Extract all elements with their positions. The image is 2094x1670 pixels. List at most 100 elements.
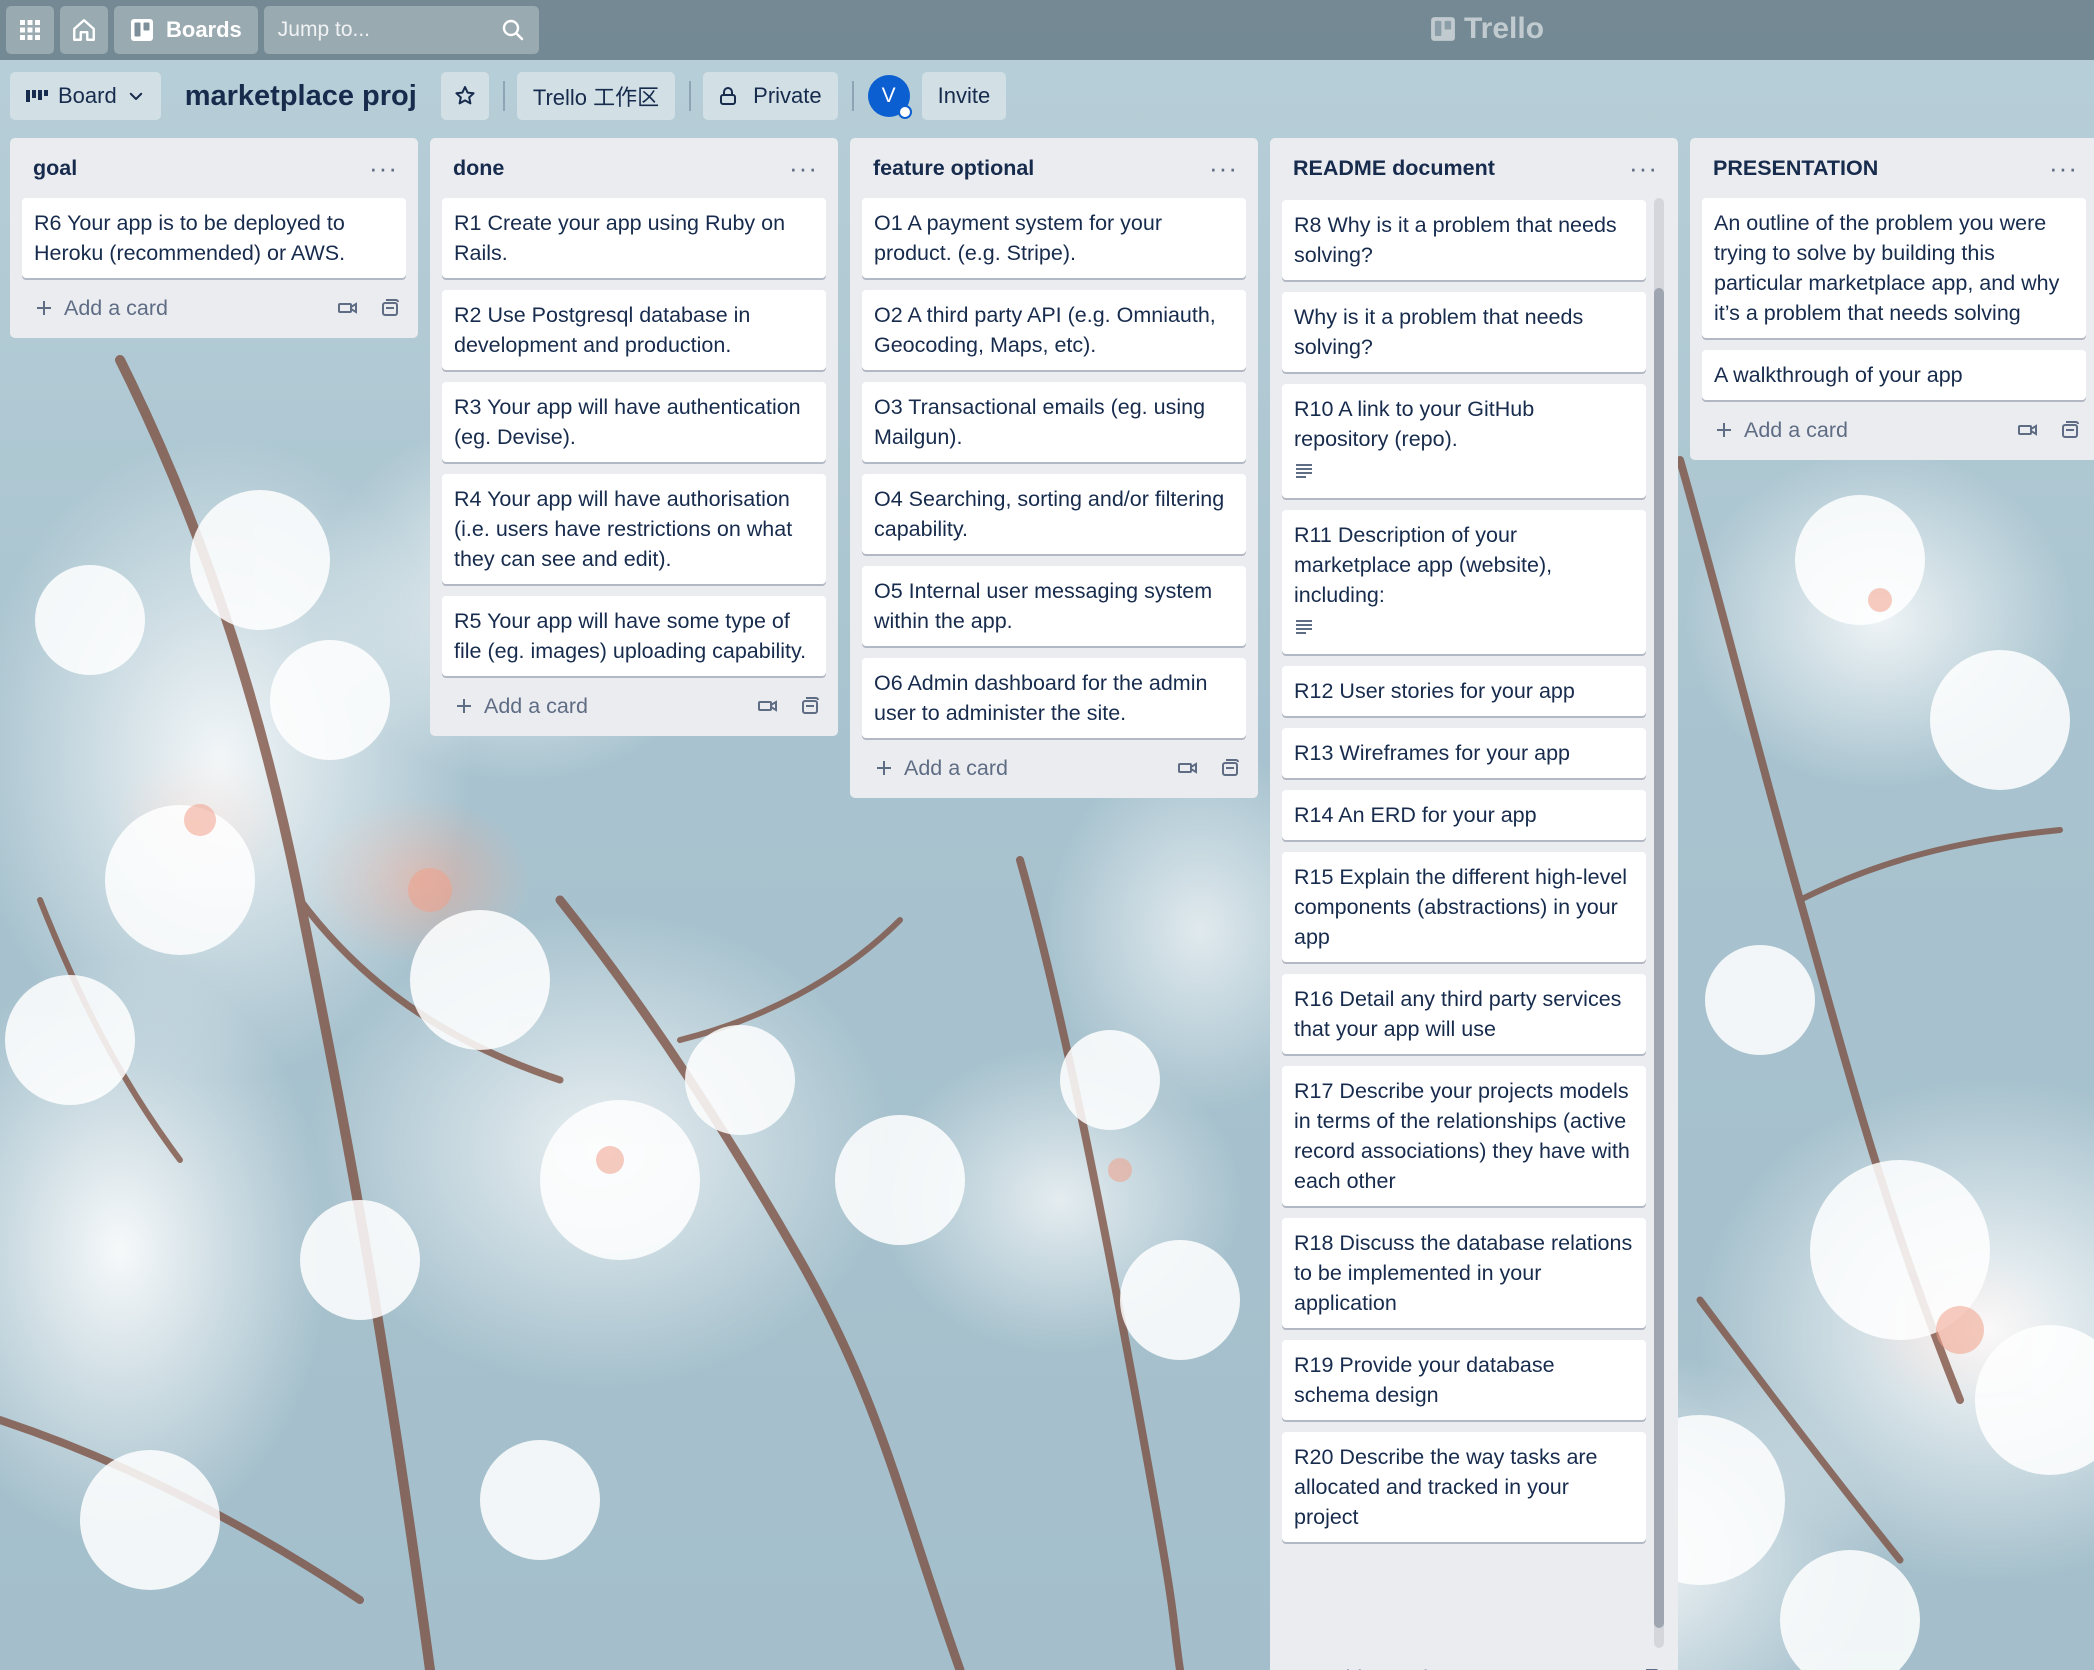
divider <box>502 81 505 111</box>
card[interactable]: R1 Create your app using Ruby on Rails. <box>442 198 826 278</box>
list-presentation: PRESENTATION ··· An outline of the probl… <box>1690 138 2094 460</box>
avatar-initial: V <box>881 84 896 107</box>
footer-actions <box>2018 420 2080 440</box>
record-video-icon[interactable] <box>758 698 778 714</box>
list-title[interactable]: PRESENTATION <box>1713 156 1878 181</box>
card-title: R10 A link to your GitHub repository (re… <box>1294 397 1535 451</box>
card[interactable]: O3 Transactional emails (eg. using Mailg… <box>862 382 1246 462</box>
star-icon <box>455 86 475 105</box>
card[interactable]: R17 Describe your projects models in ter… <box>1282 1066 1646 1206</box>
workspace-button[interactable]: Trello 工作区 <box>516 72 676 120</box>
trello-logo-icon <box>1431 17 1455 41</box>
footer-actions <box>758 696 820 716</box>
card[interactable]: R4 Your app will have authorisation (i.e… <box>442 474 826 584</box>
list-feature-optional: feature optional ··· O1 A payment system… <box>850 138 1258 798</box>
card[interactable]: O6 Admin dashboard for the admin user to… <box>862 658 1246 738</box>
list-title[interactable]: goal <box>33 156 77 181</box>
card-title: R11 Description of your marketplace app … <box>1294 523 1553 607</box>
trello-logo-text: Trello <box>1464 12 1545 45</box>
board-view-icon <box>26 90 48 102</box>
add-card-label: Add a card <box>904 755 1008 780</box>
list-title[interactable]: feature optional <box>873 156 1034 181</box>
add-card-button[interactable]: Add a card <box>454 694 588 719</box>
card[interactable]: R10 A link to your GitHub repository (re… <box>1282 384 1646 498</box>
trello-logo[interactable]: Trello <box>1430 12 1544 46</box>
home-button[interactable] <box>60 6 108 54</box>
card[interactable]: R12 User stories for your app <box>1282 666 1646 716</box>
plus-icon <box>1717 423 1731 437</box>
list-footer: Add a card <box>1702 400 2086 460</box>
create-from-template-icon[interactable] <box>2060 420 2080 440</box>
list-title[interactable]: done <box>453 156 504 181</box>
visibility-label: Private <box>753 83 822 108</box>
member-avatar[interactable]: V <box>867 75 912 119</box>
invite-button[interactable]: Invite <box>921 72 1007 120</box>
top-header: Boards Jump to... Trello <box>0 0 2094 60</box>
list-header: README document ··· <box>1282 138 1666 198</box>
list-scrollbar-thumb[interactable] <box>1654 288 1664 1628</box>
create-from-template-icon[interactable] <box>1220 758 1240 778</box>
list-menu-button[interactable]: ··· <box>1209 155 1246 181</box>
add-card-button[interactable]: Add a card <box>34 296 168 321</box>
card[interactable]: R11 Description of your marketplace app … <box>1282 510 1646 654</box>
board-view-switcher[interactable]: Board <box>10 72 161 120</box>
card[interactable]: R19 Provide your database schema design <box>1282 1340 1646 1420</box>
list-menu-button[interactable]: ··· <box>369 155 406 181</box>
card[interactable]: R8 Why is it a problem that needs solvin… <box>1282 200 1646 280</box>
divider <box>851 81 854 111</box>
add-card-button[interactable]: Add a card <box>1294 1666 1428 1670</box>
card[interactable]: Why is it a problem that needs solving? <box>1282 292 1646 372</box>
list-header: feature optional ··· <box>862 138 1246 198</box>
card[interactable]: O4 Searching, sorting and/or filtering c… <box>862 474 1246 554</box>
list-menu-button[interactable]: ··· <box>2049 155 2086 181</box>
card[interactable]: R18 Discuss the database relations to be… <box>1282 1218 1646 1328</box>
card[interactable]: A walkthrough of your app <box>1702 350 2086 400</box>
plus-icon <box>37 301 51 315</box>
create-from-template-icon[interactable] <box>380 298 400 318</box>
card[interactable]: R3 Your app will have authentication (eg… <box>442 382 826 462</box>
star-board-button[interactable] <box>440 72 489 120</box>
plus-icon <box>457 699 471 713</box>
add-card-button[interactable]: Add a card <box>1714 418 1848 443</box>
board-header: Board marketplace proj Trello 工作区 Privat… <box>10 72 1020 120</box>
card[interactable]: R13 Wireframes for your app <box>1282 728 1646 778</box>
create-from-template-icon[interactable] <box>800 696 820 716</box>
card[interactable]: R2 Use Postgresql database in developmen… <box>442 290 826 370</box>
board-title[interactable]: marketplace proj <box>185 80 417 113</box>
card[interactable]: O1 A payment system for your product. (e… <box>862 198 1246 278</box>
list-menu-button[interactable]: ··· <box>789 155 826 181</box>
card[interactable]: R16 Detail any third party services that… <box>1282 974 1646 1054</box>
boards-icon <box>131 19 153 41</box>
card-list: R6 Your app is to be deployed to Heroku … <box>22 198 406 278</box>
jump-to-search-input[interactable]: Jump to... <box>263 6 539 54</box>
card[interactable]: R14 An ERD for your app <box>1282 790 1646 840</box>
app-switcher-button[interactable] <box>6 6 54 54</box>
boards-button[interactable]: Boards <box>114 6 258 54</box>
card[interactable]: O5 Internal user messaging system within… <box>862 566 1246 646</box>
invite-label: Invite <box>937 83 991 108</box>
card[interactable]: R6 Your app is to be deployed to Heroku … <box>22 198 406 278</box>
add-card-label: Add a card <box>64 295 168 320</box>
description-icon <box>1296 620 1312 634</box>
card[interactable]: An outline of the problem you were tryin… <box>1702 198 2086 338</box>
lock-icon <box>720 87 737 105</box>
add-card-button[interactable]: Add a card <box>874 756 1008 781</box>
chevron-down-icon <box>129 92 142 100</box>
record-video-icon[interactable] <box>2018 422 2038 438</box>
list-title[interactable]: README document <box>1293 156 1495 181</box>
list-menu-button[interactable]: ··· <box>1629 155 1666 181</box>
list-footer: Add a card <box>442 676 826 736</box>
search-placeholder: Jump to... <box>277 18 370 41</box>
card[interactable]: O2 A third party API (e.g. Omniauth, Geo… <box>862 290 1246 370</box>
record-video-icon[interactable] <box>338 300 358 316</box>
card[interactable]: R20 Describe the way tasks are allocated… <box>1282 1432 1646 1542</box>
record-video-icon[interactable] <box>1178 760 1198 776</box>
card[interactable]: R5 Your app will have some type of file … <box>442 596 826 676</box>
search-icon <box>502 19 523 41</box>
card[interactable]: R15 Explain the different high-level com… <box>1282 852 1646 962</box>
card-list: R8 Why is it a problem that needs solvin… <box>1282 198 1646 1542</box>
card-list: R1 Create your app using Ruby on Rails. … <box>442 198 826 676</box>
list-footer: Add a card <box>22 278 406 338</box>
visibility-button[interactable]: Private <box>703 72 838 120</box>
grid-icon <box>20 20 40 40</box>
